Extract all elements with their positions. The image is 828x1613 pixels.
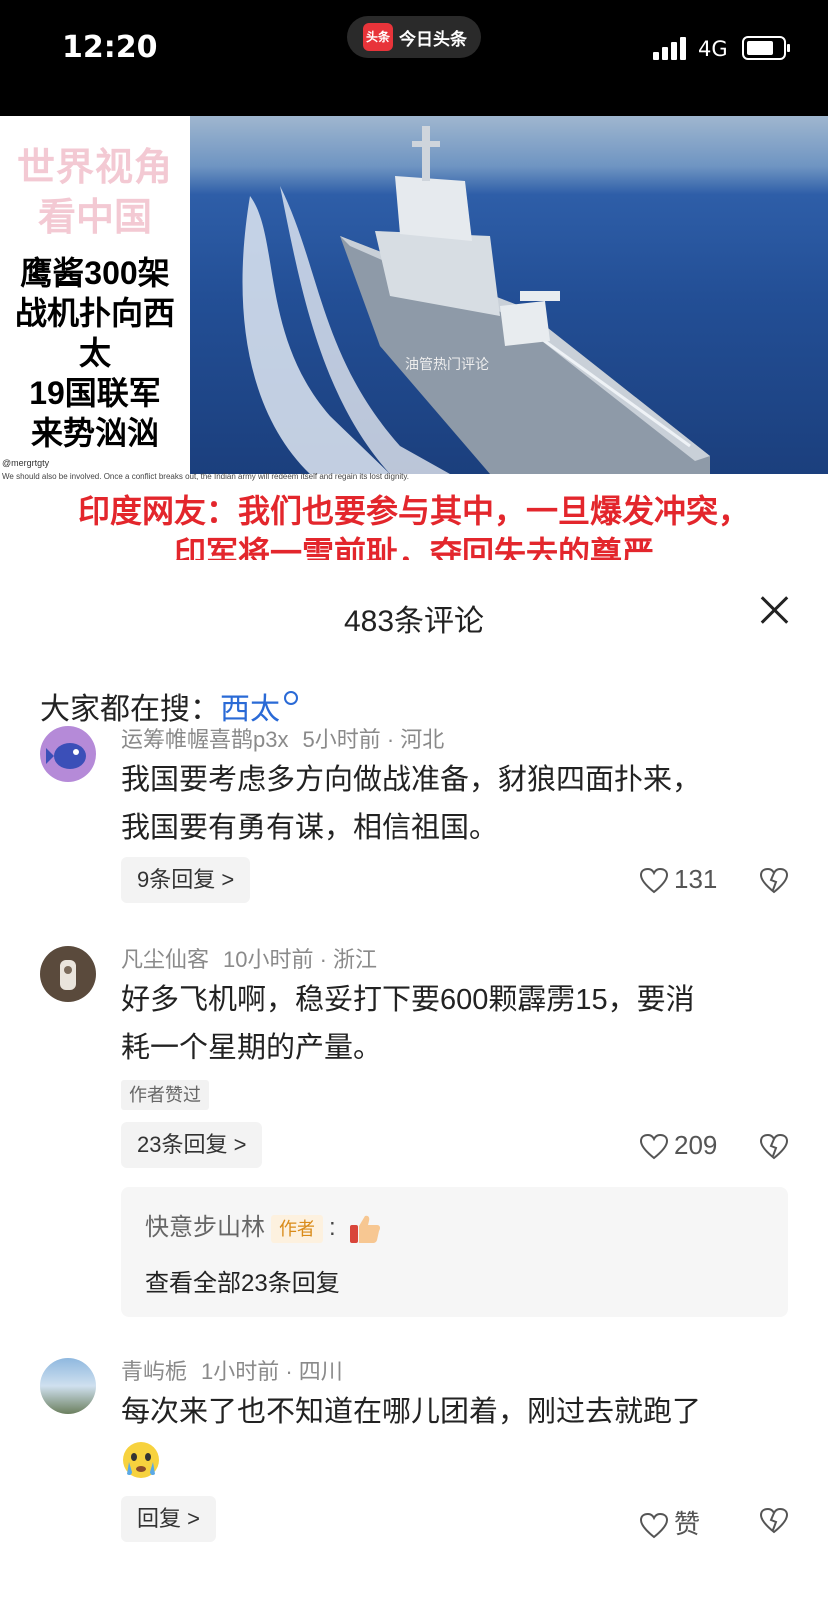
- promo-title-line2: 看中国: [37, 197, 152, 239]
- reply-preview[interactable]: 快意步山林 作者: 查看全部23条回复: [121, 1187, 788, 1317]
- commenter-name[interactable]: 凡尘仙客: [121, 947, 209, 972]
- clock: 12:20: [62, 30, 158, 65]
- network-type: 4G: [698, 37, 728, 61]
- author-liked-tag: 作者赞过: [121, 1080, 209, 1110]
- headline-line: 19国联军: [29, 375, 161, 411]
- caption-line: 印度网友：我们也要参与其中，一旦爆发冲突，: [77, 493, 750, 529]
- heart-icon: [640, 1513, 668, 1539]
- toutiao-logo-icon: 头条: [363, 23, 393, 51]
- comment-meta: 运筹帷幄喜鹊p3x 5小时前 · 河北: [121, 722, 444, 754]
- battery-icon: [742, 36, 790, 60]
- avatar[interactable]: [40, 946, 96, 1002]
- reply-author-name[interactable]: 快意步山林: [145, 1214, 265, 1241]
- heart-icon: [640, 1134, 668, 1160]
- promo-panel: 世界视角 看中国 鹰酱300架 战机扑向西太 19国联军 来势汹汹: [0, 116, 190, 474]
- view-all-replies-link[interactable]: 查看全部23条回复: [145, 1263, 340, 1298]
- comment-text-line: 耗一个星期的产量。: [121, 1032, 383, 1064]
- commenter-name[interactable]: 青屿栀: [121, 1359, 187, 1384]
- heart-icon: [640, 868, 668, 894]
- view-replies-button[interactable]: 23条回复 >: [121, 1122, 263, 1168]
- like-button[interactable]: 131: [640, 864, 717, 895]
- video-watermark: 油管热门评论: [405, 356, 489, 372]
- comment-meta: 凡尘仙客 10小时前 · 浙江: [121, 942, 377, 974]
- comment-meta: 青屿栀 1小时前 · 四川: [121, 1354, 343, 1386]
- comment-time-location: 5小时前 · 河北: [302, 727, 445, 752]
- app-name: 今日头条: [399, 30, 467, 49]
- comment-time-location: 1小时前 · 四川: [201, 1359, 343, 1384]
- like-count: 209: [674, 1130, 718, 1160]
- reply-colon: :: [329, 1214, 336, 1241]
- comment-text-line: 每次来了也不知道在哪儿团着，刚过去就跑了: [121, 1396, 702, 1428]
- comment-sheet: 483条评论 大家都在搜：西太 运筹帷幄喜鹊p3x 5小时前 · 河北 我国要考虑…: [0, 560, 828, 1613]
- like-button[interactable]: 209: [640, 1130, 717, 1161]
- like-count: 131: [674, 864, 718, 894]
- author-badge: 作者: [271, 1214, 323, 1243]
- dislike-icon[interactable]: [760, 1508, 788, 1534]
- comment-text[interactable]: 每次来了也不知道在哪儿团着，刚过去就跑了: [121, 1388, 801, 1484]
- video-player[interactable]: 世界视角 看中国 鹰酱300架 战机扑向西太 19国联军 来势汹汹 油管热门评论…: [0, 116, 828, 560]
- status-bar: 12:20 头条 今日头条 4G: [0, 0, 828, 116]
- app-return-pill[interactable]: 头条 今日头条: [347, 16, 481, 58]
- comment-text[interactable]: 好多飞机啊，稳妥打下要600颗霹雳15，要消 耗一个星期的产量。: [121, 976, 801, 1072]
- search-icon[interactable]: [284, 691, 298, 705]
- headline-line: 战机扑向西太: [14, 295, 175, 371]
- comment-text[interactable]: 我国要考虑多方向做战准备，豺狼四面扑来， 我国要有勇有谋，相信祖国。: [121, 756, 801, 852]
- avatar[interactable]: [40, 1358, 96, 1414]
- video-headline: 鹰酱300架 战机扑向西太 19国联军 来势汹汹: [0, 253, 190, 453]
- headline-line: 鹰酱300架: [20, 255, 170, 291]
- warship-image: 油管热门评论: [190, 116, 828, 474]
- dislike-icon[interactable]: [760, 1134, 788, 1160]
- promo-title-line1: 世界视角: [16, 147, 173, 189]
- comment-count-title: 483条评论: [343, 605, 485, 638]
- like-label: 赞: [674, 1509, 701, 1539]
- like-button[interactable]: 赞: [640, 1504, 700, 1541]
- crying-emoji-icon: [121, 1436, 801, 1484]
- video-caption: 印度网友：我们也要参与其中，一旦爆发冲突， 印军将一雪前耻，夺回失去的尊严: [0, 490, 828, 560]
- quote-handle: @mergrtgty: [2, 458, 50, 468]
- comment-text-line: 好多飞机啊，稳妥打下要600颗霹雳15，要消: [121, 984, 695, 1016]
- caption-line: 印军将一雪前耻，夺回失去的尊严: [173, 535, 654, 560]
- comment-time-location: 10小时前 · 浙江: [223, 947, 378, 972]
- headline-line: 来势汹汹: [30, 415, 159, 451]
- comment-text-line: 我国要有勇有谋，相信祖国。: [121, 812, 499, 844]
- view-replies-button[interactable]: 9条回复 >: [121, 857, 251, 903]
- commenter-name[interactable]: 运筹帷幄喜鹊p3x: [121, 727, 288, 752]
- avatar[interactable]: [40, 726, 96, 782]
- dislike-icon[interactable]: [760, 868, 788, 894]
- close-icon[interactable]: [756, 592, 792, 628]
- thumbs-up-icon: [350, 1215, 381, 1243]
- reply-button[interactable]: 回复 >: [121, 1496, 216, 1542]
- quote-english: We should also be involved. Once a confl…: [2, 472, 410, 481]
- reply-preview-header: 快意步山林 作者:: [145, 1207, 382, 1245]
- signal-icon: [653, 36, 689, 60]
- comment-text-line: 我国要考虑多方向做战准备，豺狼四面扑来，: [121, 764, 702, 796]
